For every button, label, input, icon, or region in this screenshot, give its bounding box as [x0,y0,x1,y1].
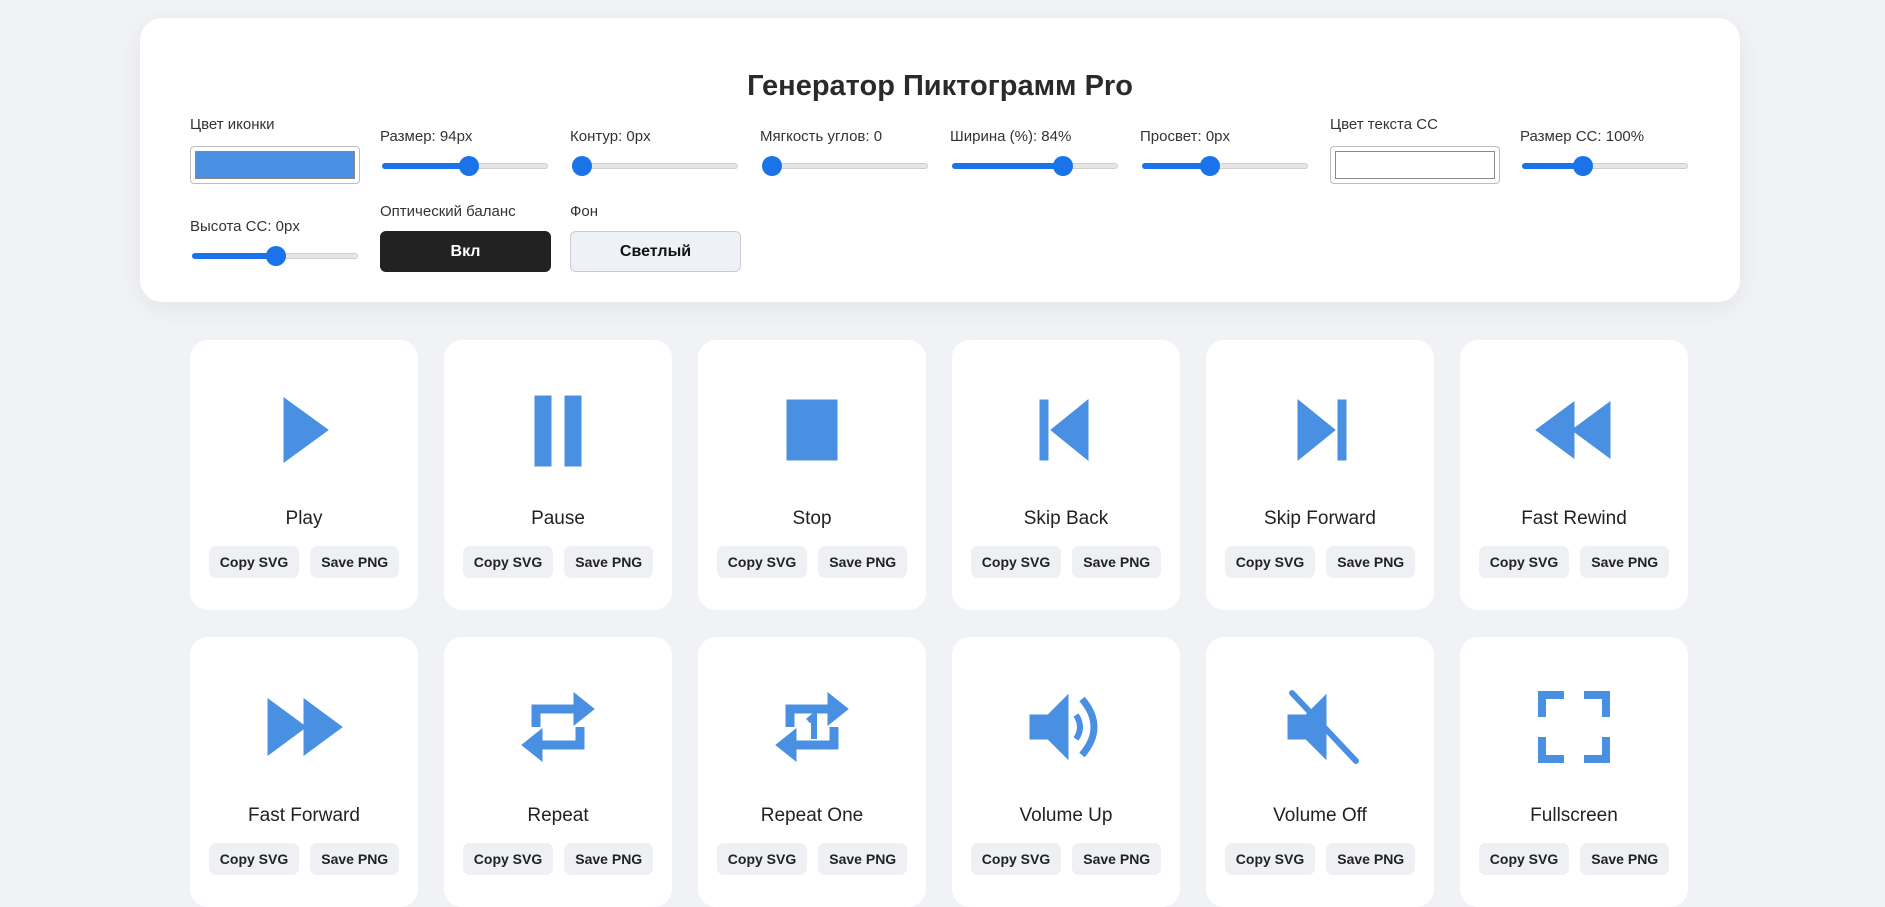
radius-label: Мягкость углов: 0 [760,128,883,145]
fast-forward-icon [264,687,344,767]
save-png-button[interactable]: Save PNG [1072,843,1162,875]
width-control: Ширина (%): 84% [950,128,1120,176]
copy-svg-button[interactable]: Copy SVG [716,546,808,578]
copy-svg-button[interactable]: Copy SVG [462,546,554,578]
background-toggle[interactable]: Светлый [570,231,741,272]
icon-card: Repeat Copy SVG Save PNG [444,637,672,907]
stroke-slider[interactable] [570,156,740,176]
width-slider[interactable] [950,156,1120,176]
cc-color-label: Цвет текста CC [1330,116,1438,133]
icon-name: Skip Forward [1264,508,1376,529]
skip-forward-icon [1280,390,1360,470]
optical-balance-control: Оптический баланс Вкл [380,203,551,272]
icon-name: Skip Back [1023,508,1109,529]
optical-balance-label: Оптический баланс [380,203,516,220]
icon-card: Volume Off Copy SVG Save PNG [1206,637,1434,907]
stroke-control: Контур: 0px [570,128,740,176]
skip-back-icon [1026,390,1106,470]
size-control: Размер: 94px [380,128,550,176]
copy-svg-button[interactable]: Copy SVG [970,546,1062,578]
save-png-button[interactable]: Save PNG [310,546,400,578]
save-png-button[interactable]: Save PNG [564,843,654,875]
cc-height-control: Высота CC: 0px [190,218,360,266]
icon-card: Skip Forward Copy SVG Save PNG [1206,340,1434,610]
save-png-button[interactable]: Save PNG [564,546,654,578]
icon-name: Fast Rewind [1521,508,1627,529]
icon-name: Volume Off [1273,805,1367,826]
size-slider[interactable] [380,156,550,176]
copy-svg-button[interactable]: Copy SVG [1478,843,1570,875]
icon-name: Play [285,508,323,529]
cc-size-slider[interactable] [1520,156,1690,176]
cc-height-label: Высота CC: 0px [190,218,300,235]
radius-control: Мягкость углов: 0 [760,128,930,176]
icon-color-control: Цвет иконки [190,116,360,184]
play-icon [264,390,344,470]
width-label: Ширина (%): 84% [950,128,1072,145]
icon-card: Fast Forward Copy SVG Save PNG [190,637,418,907]
gap-control: Просвет: 0px [1140,128,1310,176]
copy-svg-button[interactable]: Copy SVG [1224,843,1316,875]
repeat-icon [518,687,598,767]
optical-balance-toggle[interactable]: Вкл [380,231,551,272]
background-label: Фон [570,203,599,220]
copy-svg-button[interactable]: Copy SVG [1478,546,1570,578]
settings-panel: Генератор Пиктограмм Pro Цвет иконки Раз… [140,18,1740,302]
icon-name: Fullscreen [1530,805,1618,826]
icon-color-value [195,151,355,179]
copy-svg-button[interactable]: Copy SVG [208,843,300,875]
icon-name: Stop [792,508,832,529]
page-title: Генератор Пиктограмм Pro [747,70,1133,102]
copy-svg-button[interactable]: Copy SVG [1224,546,1316,578]
cc-height-slider[interactable] [190,246,360,266]
fast-rewind-icon [1534,390,1614,470]
save-png-button[interactable]: Save PNG [818,843,908,875]
volume-up-icon [1026,687,1106,767]
save-png-button[interactable]: Save PNG [1072,546,1162,578]
copy-svg-button[interactable]: Copy SVG [970,843,1062,875]
icon-name: Fast Forward [248,805,360,826]
fullscreen-icon [1534,687,1614,767]
save-png-button[interactable]: Save PNG [1580,843,1670,875]
gap-label: Просвет: 0px [1140,128,1230,145]
icon-card: Fullscreen Copy SVG Save PNG [1460,637,1688,907]
icon-name: Repeat [527,805,589,826]
stop-icon [772,390,852,470]
cc-color-control: Цвет текста CC [1330,116,1500,184]
icon-card: Pause Copy SVG Save PNG [444,340,672,610]
icon-card: Play Copy SVG Save PNG [190,340,418,610]
cc-color-picker[interactable] [1330,146,1500,184]
volume-off-icon [1280,687,1360,767]
radius-slider[interactable] [760,156,930,176]
cc-size-control: Размер CC: 100% [1520,128,1690,176]
icon-card: Fast Rewind Copy SVG Save PNG [1460,340,1688,610]
cc-color-value [1335,151,1495,179]
repeat-one-icon [772,687,852,767]
save-png-button[interactable]: Save PNG [1326,843,1416,875]
save-png-button[interactable]: Save PNG [1580,546,1670,578]
save-png-button[interactable]: Save PNG [818,546,908,578]
cc-size-label: Размер CC: 100% [1520,128,1645,145]
copy-svg-button[interactable]: Copy SVG [208,546,300,578]
background-control: Фон Светлый [570,203,741,272]
icon-card: Skip Back Copy SVG Save PNG [952,340,1180,610]
save-png-button[interactable]: Save PNG [1326,546,1416,578]
stroke-label: Контур: 0px [570,128,651,145]
icon-name: Repeat One [760,805,864,826]
icon-color-label: Цвет иконки [190,116,275,133]
icon-card: Stop Copy SVG Save PNG [698,340,926,610]
icon-name: Pause [531,508,585,529]
pause-icon [518,390,598,470]
size-label: Размер: 94px [380,128,473,145]
icon-card: Volume Up Copy SVG Save PNG [952,637,1180,907]
gap-slider[interactable] [1140,156,1310,176]
icon-color-picker[interactable] [190,146,360,184]
icon-name: Volume Up [1019,805,1113,826]
icon-card: Repeat One Copy SVG Save PNG [698,637,926,907]
copy-svg-button[interactable]: Copy SVG [462,843,554,875]
save-png-button[interactable]: Save PNG [310,843,400,875]
copy-svg-button[interactable]: Copy SVG [716,843,808,875]
